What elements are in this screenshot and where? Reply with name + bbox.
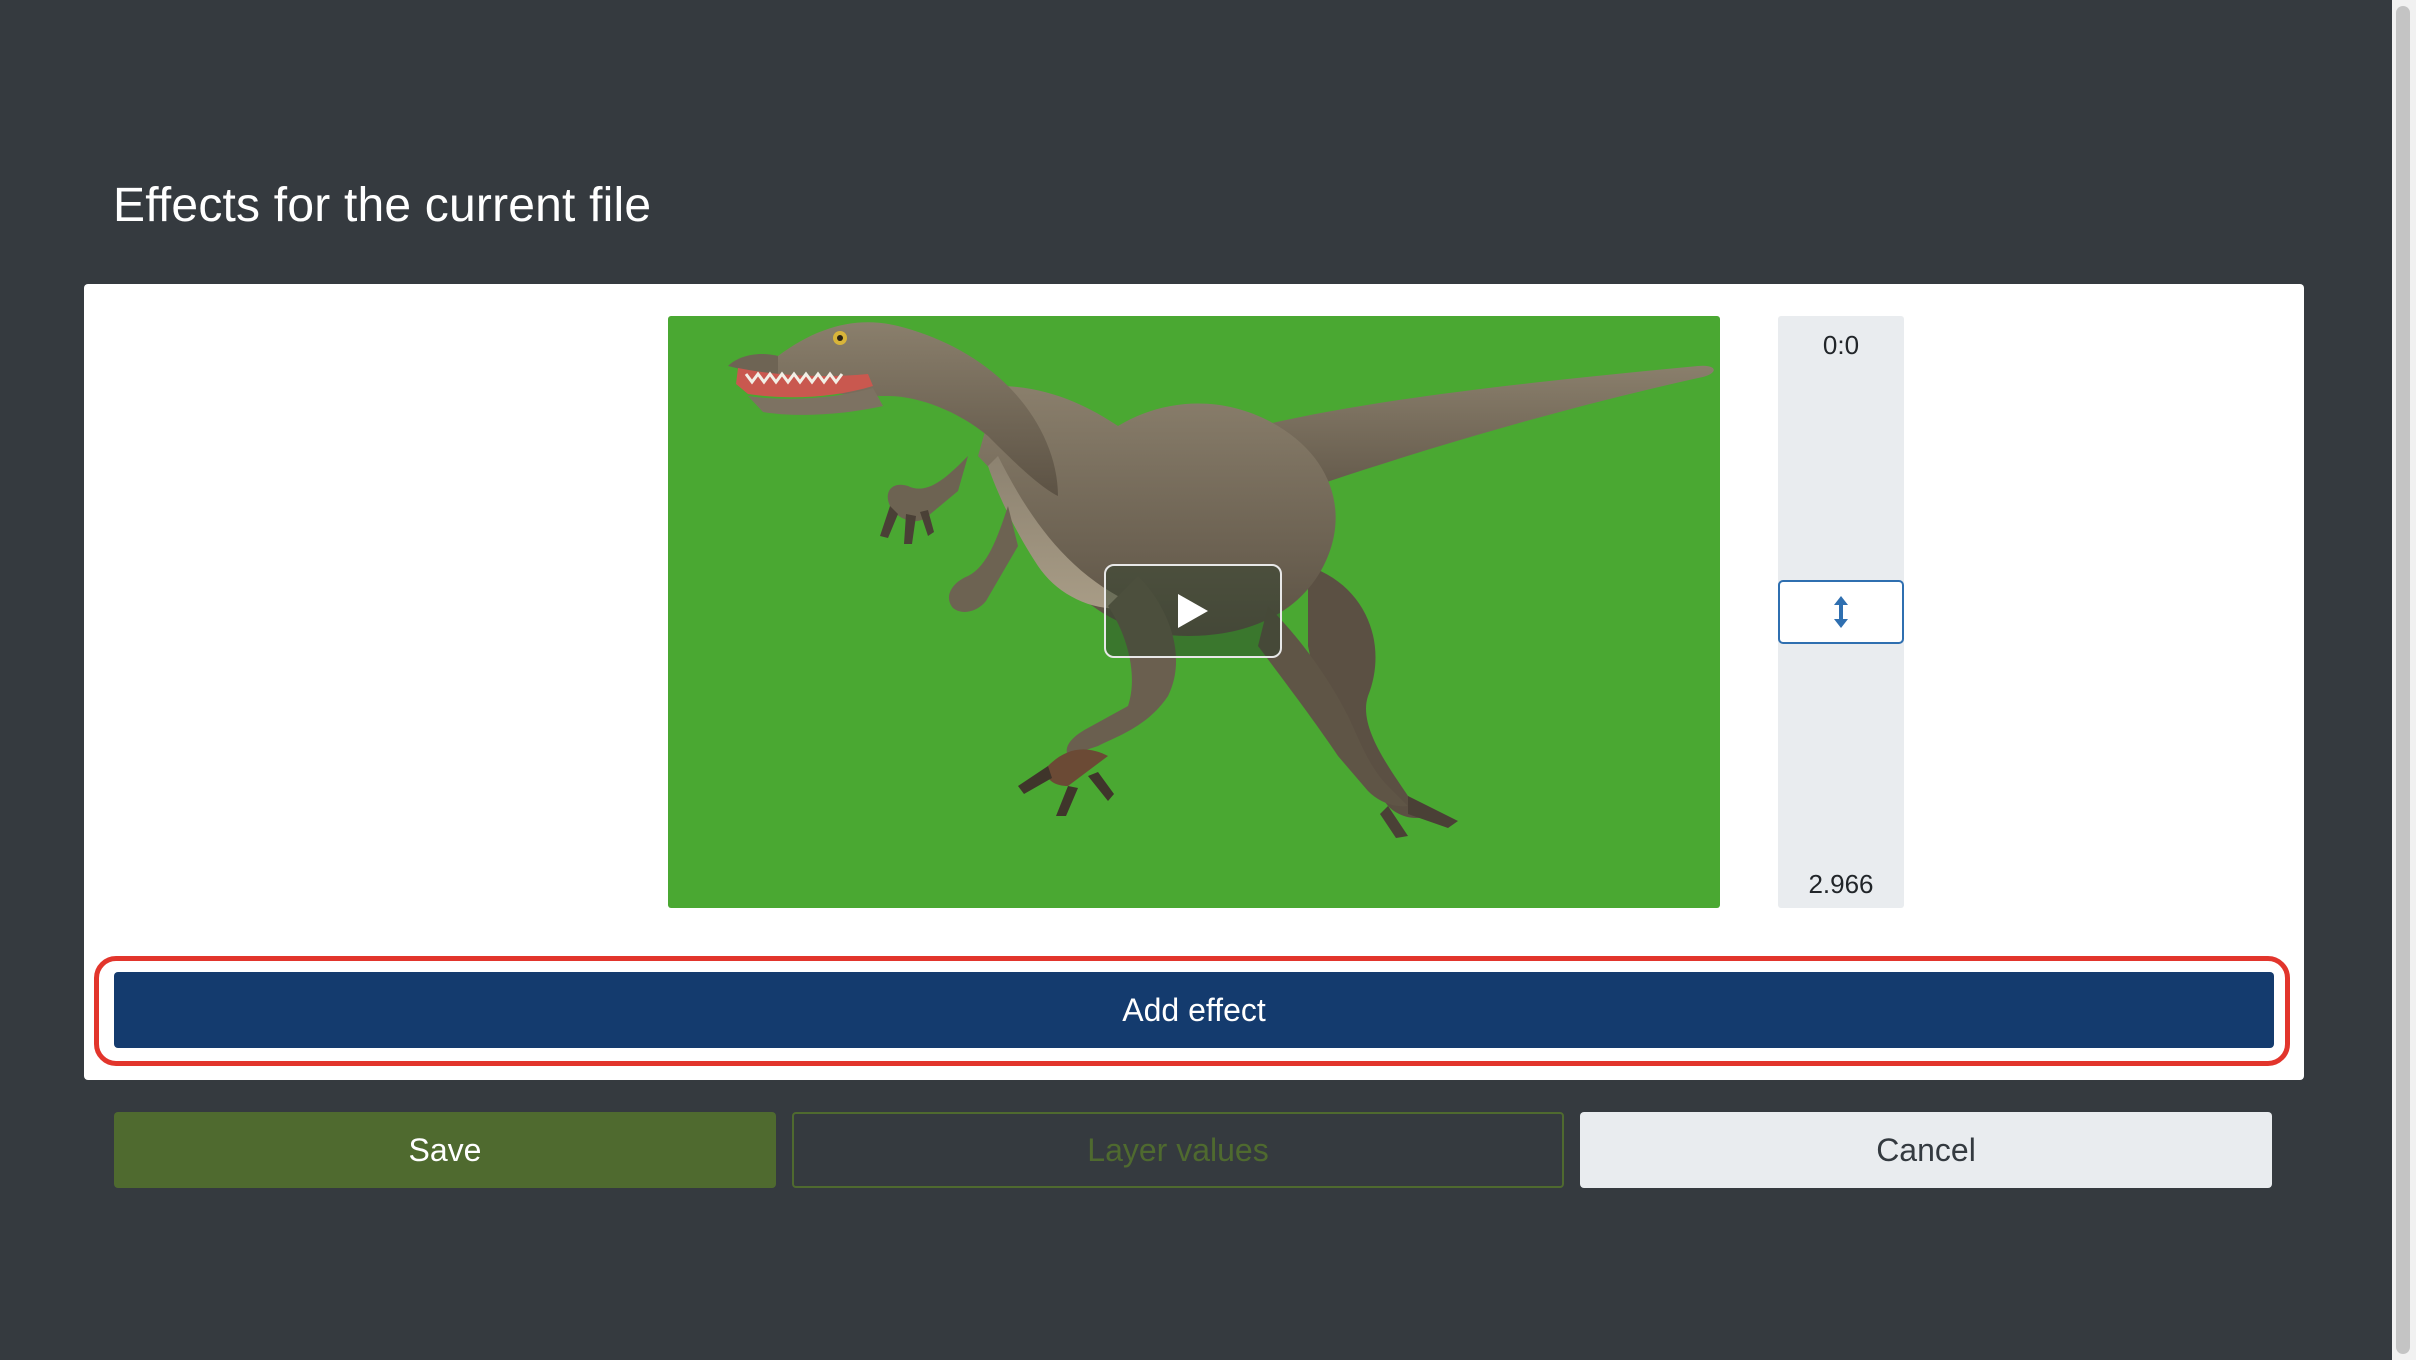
scrollbar-thumb[interactable] — [2396, 6, 2410, 1354]
add-effect-button[interactable]: Add effect — [114, 972, 2274, 1048]
video-preview[interactable] — [668, 316, 1720, 908]
timeline-range-track[interactable]: 0:0 2.966 — [1778, 316, 1904, 908]
play-button[interactable] — [1104, 564, 1282, 658]
layer-values-button[interactable]: Layer values — [792, 1112, 1564, 1188]
dialog-title: Effects for the current file — [113, 179, 652, 232]
vertical-resize-arrows-icon — [1834, 596, 1848, 628]
effects-panel: 0:0 2.966 Add effect — [84, 284, 2304, 1080]
page-scrollbar[interactable] — [2392, 0, 2416, 1360]
cancel-button[interactable]: Cancel — [1580, 1112, 2272, 1188]
timeline-handle[interactable] — [1778, 580, 1904, 644]
timeline-end-label: 2.966 — [1808, 869, 1874, 899]
timeline-start-label: 0:0 — [1822, 330, 1860, 360]
save-button[interactable]: Save — [114, 1112, 776, 1188]
play-icon — [1178, 594, 1208, 628]
